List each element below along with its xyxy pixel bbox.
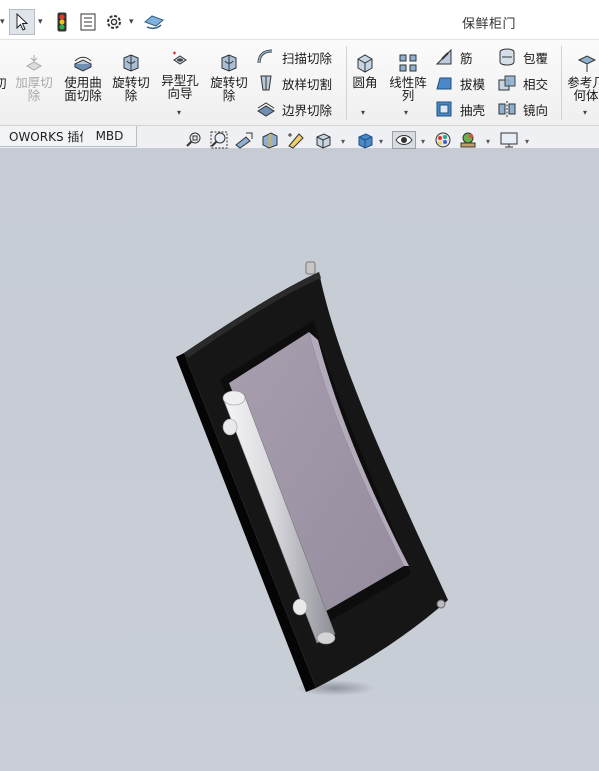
command-manager-ribbon: 切 加厚切 除 使用曲 面切除 旋转切 除 异型孔 向导 ▾ 旋转切 除 扫描切… — [0, 40, 599, 126]
fillet-icon — [357, 54, 373, 73]
linear-pattern-icon — [399, 54, 417, 72]
mirror-button[interactable]: 镜向 — [497, 98, 548, 120]
chevron-down-icon[interactable]: ▾ — [525, 137, 529, 146]
intersect-label: 相交 — [523, 76, 549, 92]
display-style-icon[interactable] — [355, 131, 375, 149]
view-settings-icon[interactable] — [499, 131, 519, 149]
chevron-down-icon[interactable]: ▾ — [583, 108, 587, 117]
tab-addins-label: OWORKS 插件 — [9, 129, 92, 144]
boundary-cut-icon — [257, 102, 275, 117]
hole-wizard-button[interactable]: 异型孔 向导 — [158, 50, 202, 100]
chevron-down-icon[interactable]: ▾ — [486, 137, 490, 146]
ribbon-separator — [561, 46, 562, 120]
property-manager-icon[interactable] — [78, 9, 98, 35]
chevron-down-icon[interactable]: ▾ — [0, 17, 5, 27]
section-view-icon[interactable] — [260, 131, 280, 149]
surface-cut-icon — [73, 56, 93, 72]
shell-icon — [436, 101, 452, 117]
swept-cut-icon — [257, 49, 273, 64]
chevron-down-icon[interactable]: ▾ — [177, 108, 181, 117]
swept-cut-button[interactable]: 扫描切除 — [256, 46, 332, 68]
dynamic-annotation-icon[interactable] — [286, 131, 306, 149]
intersect-icon — [498, 75, 516, 91]
surface-cut-label-2: 面切除 — [64, 88, 102, 103]
surface-cut-button[interactable]: 使用曲 面切除 — [60, 52, 106, 102]
revolve-cut-2-label-2: 除 — [222, 88, 236, 103]
previous-view-icon[interactable] — [234, 131, 254, 149]
chevron-down-icon[interactable]: ▾ — [341, 137, 345, 146]
revolve-cut-label-2: 除 — [124, 88, 138, 103]
traffic-light-icon[interactable] — [52, 9, 72, 35]
intersect-button[interactable]: 相交 — [497, 72, 548, 94]
chevron-down-icon[interactable]: ▾ — [361, 108, 365, 117]
gear-icon[interactable] — [104, 9, 124, 35]
chevron-down-icon[interactable]: ▾ — [38, 17, 43, 27]
boundary-cut-label: 边界切除 — [282, 102, 333, 118]
draft-icon — [436, 77, 452, 90]
chevron-down-icon[interactable]: ▾ — [379, 137, 383, 146]
lofted-cut-label: 放样切割 — [282, 76, 333, 92]
draft-label: 拔模 — [460, 76, 486, 92]
mirror-icon — [498, 101, 516, 117]
revolve-cut-button[interactable]: 旋转切 除 — [109, 52, 153, 102]
thicken-cut-label-2: 除 — [27, 88, 41, 103]
tab-mbd[interactable]: MBD — [83, 126, 137, 147]
extruded-cut-partial[interactable]: 切 — [0, 77, 7, 90]
fillet-button[interactable]: 圆角 — [350, 52, 380, 89]
revolve-cut-2-icon — [221, 54, 237, 72]
chevron-down-icon[interactable]: ▾ — [404, 108, 408, 117]
graphics-viewport[interactable] — [0, 148, 599, 771]
chevron-down-icon[interactable]: ▾ — [421, 137, 425, 146]
revolve-cut-2-button[interactable]: 旋转切 除 — [207, 52, 251, 102]
title-bar: ▾ ▾ ▾ 保鲜柜门 — [0, 0, 599, 40]
lofted-cut-icon — [260, 75, 272, 91]
wrap-button[interactable]: 包覆 — [497, 46, 548, 68]
shell-label: 抽壳 — [460, 102, 486, 118]
chevron-down-icon[interactable]: ▾ — [129, 17, 134, 27]
reference-geometry-label-2: 何体 — [573, 88, 599, 103]
zoom-area-icon[interactable] — [209, 131, 229, 149]
wrap-icon — [499, 48, 515, 66]
tab-mbd-label: MBD — [95, 129, 124, 143]
linear-pattern-label-2: 列 — [401, 88, 415, 103]
boundary-cut-button[interactable]: 边界切除 — [256, 98, 332, 120]
rib-icon — [435, 48, 452, 65]
hole-wizard-icon — [173, 51, 187, 65]
fillet-label: 圆角 — [352, 75, 378, 90]
linear-pattern-button[interactable]: 线性阵 列 — [385, 52, 431, 102]
rib-button[interactable]: 筋 — [434, 46, 473, 68]
reference-geometry-icon — [577, 55, 597, 72]
thicken-cut-button[interactable]: 加厚切 除 — [12, 52, 56, 102]
hole-wizard-label-2: 向导 — [167, 86, 193, 101]
ribbon-separator — [346, 46, 347, 120]
view-orientation-icon[interactable] — [313, 131, 333, 149]
select-arrow-icon[interactable] — [9, 9, 35, 35]
shell-button[interactable]: 抽壳 — [434, 98, 485, 120]
model-canvas — [176, 261, 448, 696]
rib-label: 筋 — [460, 50, 473, 66]
apply-scene-icon[interactable] — [458, 131, 478, 149]
reference-geometry-button[interactable]: 参考几 何体 — [566, 52, 599, 102]
lofted-cut-button[interactable]: 放样切割 — [256, 72, 332, 94]
revolve-cut-icon — [123, 54, 139, 72]
document-title: 保鲜柜门 — [462, 17, 517, 32]
wrap-label: 包覆 — [523, 50, 549, 66]
rebuild-icon[interactable] — [142, 9, 166, 35]
draft-button[interactable]: 拔模 — [434, 72, 485, 94]
thicken-cut-icon — [25, 55, 43, 71]
edit-appearance-icon[interactable] — [433, 131, 453, 149]
zoom-to-fit-icon[interactable] — [184, 131, 204, 149]
swept-cut-label: 扫描切除 — [282, 50, 333, 66]
hide-show-items-icon[interactable] — [392, 131, 416, 149]
mirror-label: 镜向 — [523, 102, 549, 118]
